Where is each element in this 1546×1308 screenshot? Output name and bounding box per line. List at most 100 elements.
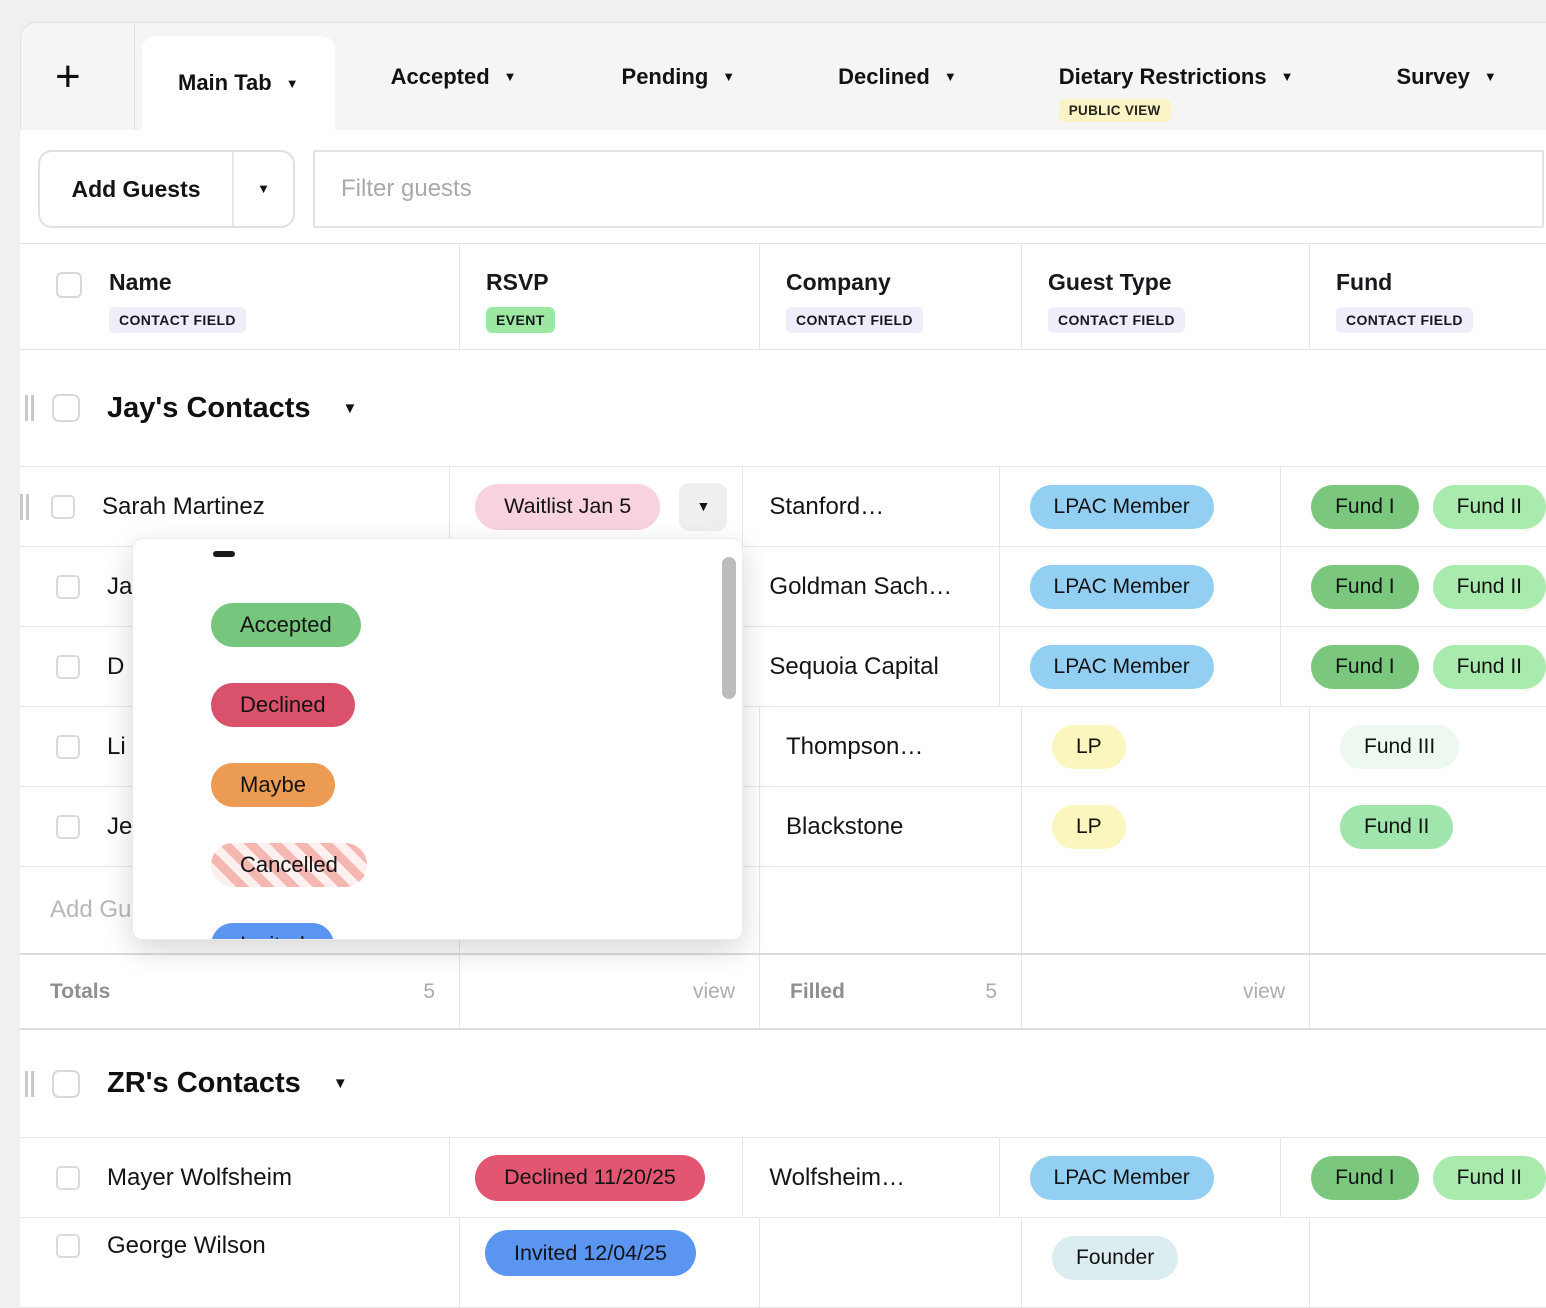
select-all-checkbox[interactable] xyxy=(56,272,82,298)
company-cell xyxy=(760,1218,1022,1307)
group-header-row: Jay's Contacts xyxy=(20,350,1546,467)
tab-label: Survey xyxy=(1396,64,1469,90)
fund-pill[interactable]: Fund II xyxy=(1433,485,1546,529)
clear-rsvp-option-dash-icon[interactable] xyxy=(213,551,235,557)
rsvp-menu-option[interactable]: Declined xyxy=(133,665,742,745)
chevron-down-icon[interactable] xyxy=(343,400,358,417)
company-name: Wolfsheim… xyxy=(769,1164,905,1192)
tab-label: Accepted xyxy=(391,64,490,90)
tab-bar: + Main Tab Accepted Pending Declined Die… xyxy=(20,22,1546,130)
drag-handle-icon[interactable] xyxy=(25,395,34,421)
guest-name: Je xyxy=(107,813,132,841)
rsvp-pill[interactable]: Waitlist Jan 5 xyxy=(475,484,660,530)
row-checkbox[interactable] xyxy=(56,655,80,679)
column-header[interactable]: Name CONTACT FIELD xyxy=(20,244,460,349)
column-label: Guest Type xyxy=(1048,269,1172,296)
guest-type-cell: LPAC Member xyxy=(1000,1138,1282,1217)
filled-label: Filled xyxy=(790,980,845,1004)
column-header[interactable]: Guest Type CONTACT FIELD xyxy=(1022,244,1310,349)
rsvp-menu-option[interactable]: Cancelled xyxy=(133,825,742,905)
guest-type-pill[interactable]: LPAC Member xyxy=(1030,645,1214,689)
fund-pill[interactable]: Fund I xyxy=(1311,485,1419,529)
fund-pill[interactable]: Fund II xyxy=(1433,565,1546,609)
table-row: George Wilson Invited 12/04/25 Founder xyxy=(20,1218,1546,1308)
tab[interactable]: Survey xyxy=(1363,23,1529,130)
fund-pill[interactable]: Fund III xyxy=(1340,725,1459,769)
guest-name: Li xyxy=(107,733,126,761)
rsvp-view-link[interactable]: view xyxy=(693,980,735,1004)
add-guests-menu-button[interactable] xyxy=(234,152,293,226)
tab[interactable]: Declined xyxy=(805,23,990,130)
toolbar: Add Guests xyxy=(20,130,1546,243)
guest-type-pill[interactable]: Founder xyxy=(1052,1236,1178,1280)
tab[interactable]: Dietary Restrictions PUBLIC VIEW xyxy=(1026,23,1327,130)
drag-handle-icon[interactable] xyxy=(20,494,29,520)
row-checkbox[interactable] xyxy=(56,735,80,759)
guest-type-pill[interactable]: LPAC Member xyxy=(1030,565,1214,609)
rsvp-menu-option[interactable]: Accepted xyxy=(133,585,742,665)
filter-guests-input[interactable] xyxy=(313,150,1544,228)
rsvp-option-list: Accepted Declined Maybe Cancelled Invite… xyxy=(133,585,742,940)
name-cell: Sarah Martinez xyxy=(20,467,450,546)
guest-type-pill[interactable]: LPAC Member xyxy=(1030,485,1214,529)
new-tab-button[interactable]: + xyxy=(55,23,81,130)
scrollbar-thumb[interactable] xyxy=(722,557,736,699)
guest-type-cell: LPAC Member xyxy=(1000,627,1282,706)
guest-type-pill[interactable]: LP xyxy=(1052,725,1126,769)
guest-name: Sarah Martinez xyxy=(102,493,265,521)
column-header[interactable]: Fund CONTACT FIELD xyxy=(1310,244,1546,349)
rsvp-pill[interactable]: Declined 11/20/25 xyxy=(475,1155,705,1201)
chevron-down-icon xyxy=(696,498,710,516)
fund-pill[interactable]: Fund II xyxy=(1340,805,1453,849)
rsvp-cell: Waitlist Jan 5 xyxy=(450,467,743,546)
guest-type-pill[interactable]: LP xyxy=(1052,805,1126,849)
drag-handle-icon[interactable] xyxy=(25,1071,34,1097)
rsvp-menu-option[interactable]: Invited xyxy=(133,905,742,940)
tab[interactable]: Accepted xyxy=(358,23,550,130)
company-cell: Blackstone xyxy=(760,787,1022,866)
chevron-down-icon xyxy=(722,69,735,84)
tab[interactable]: Pending xyxy=(589,23,769,130)
guest-name: D xyxy=(107,653,124,681)
name-cell: George Wilson xyxy=(20,1218,460,1307)
guest-type-cell: LP xyxy=(1022,707,1310,786)
chevron-down-icon xyxy=(504,69,517,84)
group-checkbox[interactable] xyxy=(52,1070,80,1098)
guest-type-view-link[interactable]: view xyxy=(1243,980,1285,1004)
fund-pill[interactable]: Fund II xyxy=(1433,1156,1546,1200)
row-checkbox[interactable] xyxy=(56,1234,80,1258)
chevron-down-icon xyxy=(944,69,957,84)
rsvp-dropdown-button[interactable] xyxy=(679,483,727,531)
chevron-down-icon[interactable] xyxy=(333,1075,348,1092)
tab-label: Pending xyxy=(622,64,709,90)
company-name: Stanford… xyxy=(769,493,884,521)
column-label: Fund xyxy=(1336,269,1392,296)
column-field-badge: CONTACT FIELD xyxy=(1336,307,1473,333)
row-checkbox[interactable] xyxy=(56,575,80,599)
rsvp-option-pill: Accepted xyxy=(211,603,361,647)
add-guests-button[interactable]: Add Guests xyxy=(40,152,232,226)
fund-cell: Fund I Fund II xyxy=(1281,627,1546,706)
fund-pill[interactable]: Fund I xyxy=(1311,1156,1419,1200)
tab[interactable]: Main Tab xyxy=(142,36,335,130)
guest-type-pill[interactable]: LPAC Member xyxy=(1030,1156,1214,1200)
table-header-row: Name CONTACT FIELD RSVP EVENT Company CO… xyxy=(20,243,1546,350)
fund-pill[interactable]: Fund II xyxy=(1433,645,1546,689)
company-cell: Thompson… xyxy=(760,707,1022,786)
row-checkbox[interactable] xyxy=(56,1166,80,1190)
column-header[interactable]: RSVP EVENT xyxy=(460,244,760,349)
group-checkbox[interactable] xyxy=(52,394,80,422)
rsvp-menu-option[interactable]: Maybe xyxy=(133,745,742,825)
fund-pill[interactable]: Fund I xyxy=(1311,565,1419,609)
rsvp-dropdown-menu: Accepted Declined Maybe Cancelled Invite… xyxy=(132,538,743,940)
column-header[interactable]: Company CONTACT FIELD xyxy=(760,244,1022,349)
column-field-badge: CONTACT FIELD xyxy=(1048,307,1185,333)
chevron-down-icon xyxy=(257,180,270,198)
fund-pill[interactable]: Fund I xyxy=(1311,645,1419,689)
row-checkbox[interactable] xyxy=(51,495,75,519)
tab-label: Main Tab xyxy=(178,70,272,96)
tab-label: Declined xyxy=(838,64,930,90)
row-checkbox[interactable] xyxy=(56,815,80,839)
rsvp-pill[interactable]: Invited 12/04/25 xyxy=(485,1230,696,1276)
rsvp-cell: Declined 11/20/25 xyxy=(450,1138,743,1217)
